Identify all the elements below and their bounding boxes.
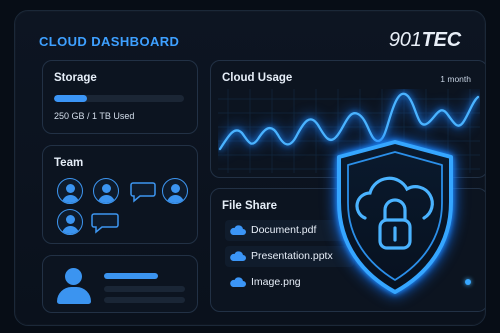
storage-title: Storage (54, 72, 97, 84)
person-icon (162, 178, 188, 204)
cloud-icon (230, 251, 246, 261)
person-icon (57, 209, 83, 235)
profile-detail-bar (104, 286, 185, 292)
profile-name-bar (104, 273, 158, 279)
file-name: Presentation.pptx (251, 250, 333, 262)
period-selector[interactable]: 1 month (440, 74, 471, 84)
storage-progress-bar (54, 95, 184, 102)
storage-usage-text: 250 GB / 1 TB Used (54, 111, 135, 121)
status-dot (465, 279, 471, 285)
team-member-avatar[interactable] (57, 178, 83, 204)
dashboard-window: CLOUD DASHBOARD 901TEC Storage 250 GB / … (14, 10, 486, 326)
user-avatar-icon (55, 266, 93, 306)
cloud-usage-title: Cloud Usage (222, 72, 293, 84)
shield-cloud-lock-icon (337, 140, 453, 294)
brand-logo-suffix: TEC (421, 29, 462, 51)
profile-detail-bar (104, 297, 185, 303)
file-share-title: File Share (222, 200, 277, 212)
cloud-icon (230, 225, 246, 235)
person-icon (93, 178, 119, 204)
cloud-icon (230, 277, 246, 287)
profile-card[interactable] (42, 255, 198, 313)
file-name: Image.png (251, 276, 301, 288)
chat-icon (130, 182, 156, 203)
brand-logo-text: 901 (388, 29, 422, 51)
storage-card[interactable]: Storage 250 GB / 1 TB Used (42, 60, 198, 134)
team-member-avatar[interactable] (162, 178, 188, 204)
chat-icon (91, 213, 119, 234)
team-chat-button[interactable] (130, 178, 156, 204)
brand-logo: 901TEC (389, 29, 461, 52)
team-chat-button[interactable] (91, 209, 119, 235)
file-name: Document.pdf (251, 224, 317, 236)
page-title: CLOUD DASHBOARD (39, 34, 180, 49)
team-title: Team (54, 157, 84, 169)
storage-progress-fill (54, 95, 87, 102)
team-member-avatar[interactable] (57, 209, 83, 235)
team-card[interactable]: Team (42, 145, 198, 244)
person-icon (57, 178, 83, 204)
team-member-avatar[interactable] (93, 178, 119, 204)
